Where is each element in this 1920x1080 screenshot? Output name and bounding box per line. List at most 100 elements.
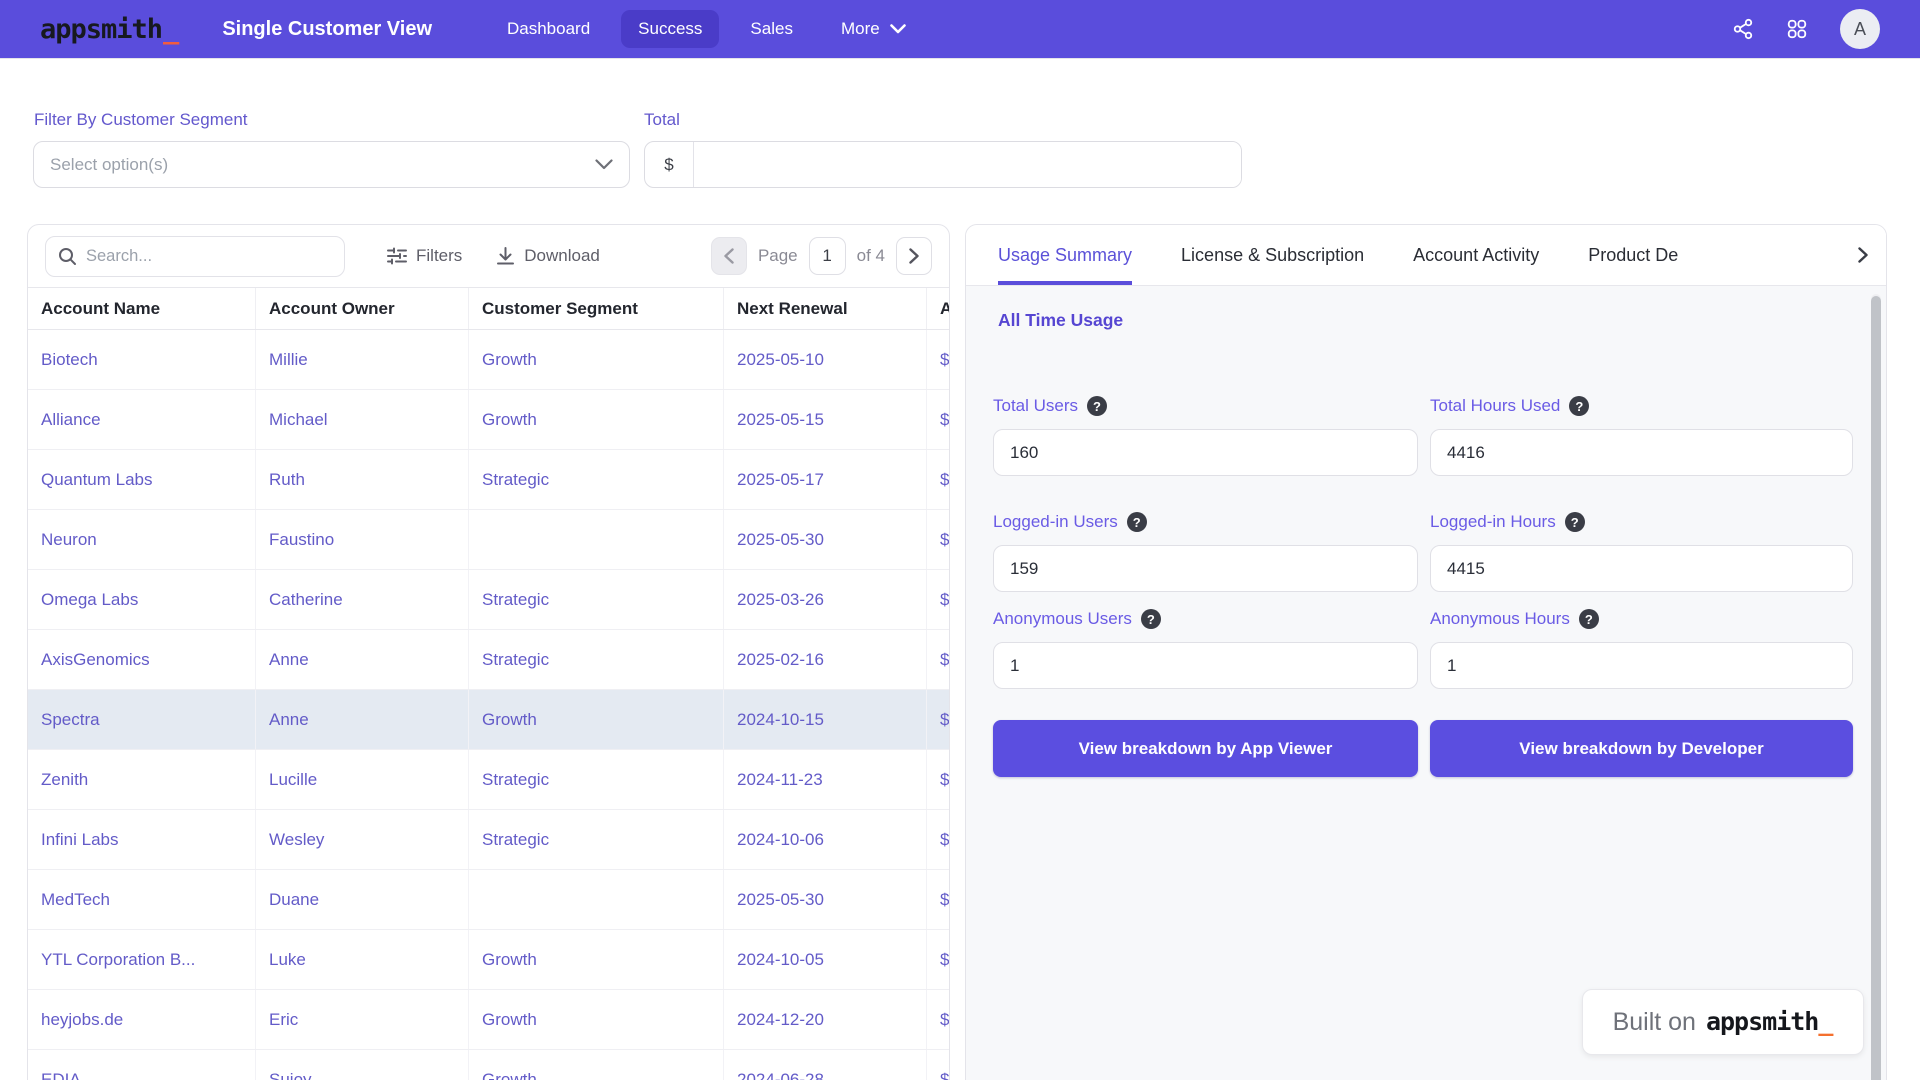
cell-amount[interactable]: $ bbox=[926, 810, 950, 869]
cell-next-renewal[interactable]: 2025-05-30 bbox=[723, 510, 926, 569]
table-row-selected[interactable]: Spectra Anne Growth 2024-10-15 $ bbox=[28, 690, 949, 750]
tab-usage-summary[interactable]: Usage Summary bbox=[998, 225, 1132, 285]
cell-next-renewal[interactable]: 2024-12-20 bbox=[723, 990, 926, 1049]
cell-account-name[interactable]: AxisGenomics bbox=[28, 630, 255, 689]
page-number-input[interactable] bbox=[809, 237, 846, 275]
cell-customer-segment[interactable]: Growth bbox=[468, 330, 723, 389]
view-breakdown-app-viewer-button[interactable]: View breakdown by App Viewer bbox=[993, 720, 1418, 777]
cell-account-name[interactable]: MedTech bbox=[28, 870, 255, 929]
cell-account-owner[interactable]: Eric bbox=[255, 990, 468, 1049]
prev-page-button[interactable] bbox=[711, 237, 747, 275]
download-button[interactable]: Download bbox=[496, 246, 600, 266]
cell-amount[interactable]: $ bbox=[926, 930, 950, 989]
cell-customer-segment[interactable]: Strategic bbox=[468, 450, 723, 509]
cell-customer-segment[interactable]: Strategic bbox=[468, 570, 723, 629]
cell-customer-segment[interactable]: Strategic bbox=[468, 810, 723, 869]
nav-item-success[interactable]: Success bbox=[621, 10, 719, 48]
help-icon[interactable]: ? bbox=[1579, 609, 1599, 629]
total-hours-input[interactable] bbox=[1430, 429, 1853, 476]
cell-next-renewal[interactable]: 2025-05-15 bbox=[723, 390, 926, 449]
cell-account-name[interactable]: Quantum Labs bbox=[28, 450, 255, 509]
cell-account-owner[interactable]: Catherine bbox=[255, 570, 468, 629]
cell-next-renewal[interactable]: 2025-02-16 bbox=[723, 630, 926, 689]
total-users-input[interactable] bbox=[993, 429, 1418, 476]
panel-scrollbar-thumb[interactable] bbox=[1871, 296, 1881, 1080]
nav-item-sales[interactable]: Sales bbox=[733, 10, 810, 48]
cell-amount[interactable]: $ bbox=[926, 570, 950, 629]
table-row[interactable]: Alliance Michael Growth 2025-05-15 $ bbox=[28, 390, 949, 450]
cell-account-name[interactable]: Infini Labs bbox=[28, 810, 255, 869]
tab-account-activity[interactable]: Account Activity bbox=[1413, 225, 1539, 285]
tabs-scroll-right-button[interactable] bbox=[1840, 225, 1886, 285]
cell-customer-segment[interactable] bbox=[468, 870, 723, 929]
table-row[interactable]: AxisGenomics Anne Strategic 2025-02-16 $ bbox=[28, 630, 949, 690]
avatar[interactable]: A bbox=[1840, 9, 1880, 49]
table-row[interactable]: Zenith Lucille Strategic 2024-11-23 $ bbox=[28, 750, 949, 810]
next-page-button[interactable] bbox=[896, 237, 932, 275]
view-breakdown-developer-button[interactable]: View breakdown by Developer bbox=[1430, 720, 1853, 777]
cell-next-renewal[interactable]: 2024-10-15 bbox=[723, 690, 926, 749]
help-icon[interactable]: ? bbox=[1087, 396, 1107, 416]
cell-account-name[interactable]: Alliance bbox=[28, 390, 255, 449]
cell-next-renewal[interactable]: 2024-10-05 bbox=[723, 930, 926, 989]
filters-button[interactable]: Filters bbox=[387, 246, 462, 266]
nav-item-dashboard[interactable]: Dashboard bbox=[490, 10, 607, 48]
cell-account-owner[interactable]: Millie bbox=[255, 330, 468, 389]
cell-customer-segment[interactable]: Strategic bbox=[468, 630, 723, 689]
column-header-account-owner[interactable]: Account Owner bbox=[255, 288, 468, 329]
search-input[interactable] bbox=[86, 247, 332, 266]
table-row[interactable]: Infini Labs Wesley Strategic 2024-10-06 … bbox=[28, 810, 949, 870]
anonymous-users-input[interactable] bbox=[993, 642, 1418, 689]
column-header-next-renewal[interactable]: Next Renewal bbox=[723, 288, 926, 329]
cell-account-owner[interactable]: Duane bbox=[255, 870, 468, 929]
cell-customer-segment[interactable]: Growth bbox=[468, 390, 723, 449]
table-row[interactable]: MedTech Duane 2025-05-30 $ bbox=[28, 870, 949, 930]
table-row[interactable]: heyjobs.de Eric Growth 2024-12-20 $ bbox=[28, 990, 949, 1050]
cell-next-renewal[interactable]: 2025-05-17 bbox=[723, 450, 926, 509]
cell-amount[interactable]: $ bbox=[926, 990, 950, 1049]
help-icon[interactable]: ? bbox=[1127, 512, 1147, 532]
column-header-customer-segment[interactable]: Customer Segment bbox=[468, 288, 723, 329]
cell-account-owner[interactable]: Luke bbox=[255, 930, 468, 989]
cell-amount[interactable]: $ bbox=[926, 690, 950, 749]
cell-account-name[interactable]: Neuron bbox=[28, 510, 255, 569]
cell-customer-segment[interactable]: Growth bbox=[468, 990, 723, 1049]
cell-next-renewal[interactable]: 2025-03-26 bbox=[723, 570, 926, 629]
cell-account-owner[interactable]: Faustino bbox=[255, 510, 468, 569]
share-icon[interactable] bbox=[1732, 18, 1754, 40]
logged-in-hours-input[interactable] bbox=[1430, 545, 1853, 592]
help-icon[interactable]: ? bbox=[1565, 512, 1585, 532]
cell-customer-segment[interactable]: Growth bbox=[468, 1050, 723, 1080]
built-on-appsmith-badge[interactable]: Built on appsmith _ bbox=[1582, 989, 1864, 1055]
cell-account-owner[interactable]: Michael bbox=[255, 390, 468, 449]
cell-account-name[interactable]: Zenith bbox=[28, 750, 255, 809]
column-header-amount[interactable]: A bbox=[926, 288, 950, 329]
nav-item-more[interactable]: More bbox=[824, 10, 923, 48]
cell-account-owner[interactable]: Anne bbox=[255, 690, 468, 749]
tab-license-subscription[interactable]: License & Subscription bbox=[1181, 225, 1364, 285]
cell-account-name[interactable]: heyjobs.de bbox=[28, 990, 255, 1049]
cell-customer-segment[interactable]: Growth bbox=[468, 690, 723, 749]
cell-next-renewal[interactable]: 2024-10-06 bbox=[723, 810, 926, 869]
cell-account-name[interactable]: Omega Labs bbox=[28, 570, 255, 629]
cell-amount[interactable]: $ bbox=[926, 1050, 950, 1080]
cell-account-name[interactable]: EDIA bbox=[28, 1050, 255, 1080]
cell-customer-segment[interactable]: Growth bbox=[468, 930, 723, 989]
cell-account-name[interactable]: Spectra bbox=[28, 690, 255, 749]
segment-select[interactable]: Select option(s) bbox=[33, 141, 630, 188]
table-row[interactable]: Neuron Faustino 2025-05-30 $ bbox=[28, 510, 949, 570]
cell-amount[interactable]: $ bbox=[926, 630, 950, 689]
appsmith-logo[interactable]: appsmith_ bbox=[40, 14, 178, 45]
table-row[interactable]: EDIA Sujoy Growth 2024-06-28 $ bbox=[28, 1050, 949, 1080]
cell-next-renewal[interactable]: 2025-05-30 bbox=[723, 870, 926, 929]
cell-amount[interactable]: $ bbox=[926, 330, 950, 389]
cell-next-renewal[interactable]: 2025-05-10 bbox=[723, 330, 926, 389]
cell-next-renewal[interactable]: 2024-06-28 bbox=[723, 1050, 926, 1080]
help-icon[interactable]: ? bbox=[1141, 609, 1161, 629]
cell-account-owner[interactable]: Lucille bbox=[255, 750, 468, 809]
table-row[interactable]: Biotech Millie Growth 2025-05-10 $ bbox=[28, 330, 949, 390]
help-icon[interactable]: ? bbox=[1569, 396, 1589, 416]
table-row[interactable]: Quantum Labs Ruth Strategic 2025-05-17 $ bbox=[28, 450, 949, 510]
cell-account-owner[interactable]: Ruth bbox=[255, 450, 468, 509]
cell-customer-segment[interactable]: Strategic bbox=[468, 750, 723, 809]
